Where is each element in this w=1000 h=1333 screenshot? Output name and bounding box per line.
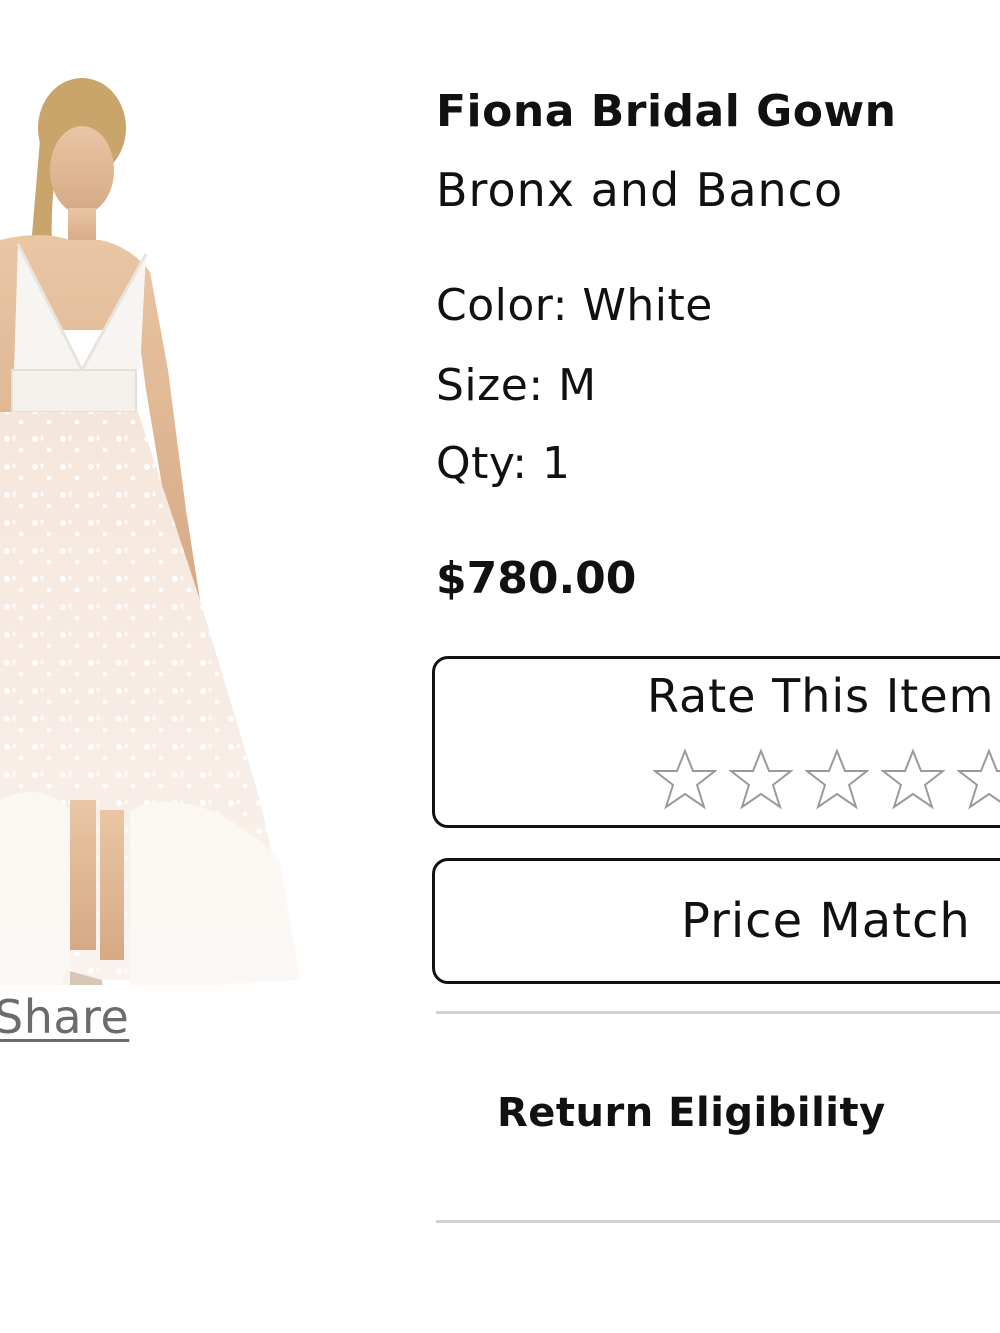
- star-outline-icon[interactable]: [957, 747, 1000, 811]
- star-rating[interactable]: [653, 747, 1000, 817]
- price-match-button[interactable]: Price Match: [432, 858, 1000, 984]
- star-outline-icon[interactable]: [729, 747, 793, 811]
- divider: [436, 1220, 1000, 1223]
- product-name: Fiona Bridal Gown: [436, 86, 897, 137]
- divider: [436, 1011, 1000, 1014]
- return-eligibility-link[interactable]: Return Eligibility: [497, 1090, 886, 1136]
- star-outline-icon[interactable]: [881, 747, 945, 811]
- product-price: $780.00: [436, 553, 637, 604]
- share-link[interactable]: Share: [0, 990, 129, 1044]
- rate-item-panel[interactable]: Rate This Item: [432, 656, 1000, 828]
- product-image[interactable]: [0, 40, 320, 985]
- star-outline-icon[interactable]: [653, 747, 717, 811]
- rate-item-title: Rate This Item: [647, 669, 995, 723]
- product-size: Size: M: [436, 360, 597, 411]
- product-quantity: Qty: 1: [436, 438, 571, 489]
- gown-photo: [0, 78, 300, 985]
- product-details: Fiona Bridal Gown Bronx and Banco Color:…: [432, 0, 1000, 1333]
- brand-name[interactable]: Bronx and Banco: [436, 163, 843, 217]
- product-color: Color: White: [436, 280, 713, 331]
- star-outline-icon[interactable]: [805, 747, 869, 811]
- price-match-label: Price Match: [681, 893, 971, 949]
